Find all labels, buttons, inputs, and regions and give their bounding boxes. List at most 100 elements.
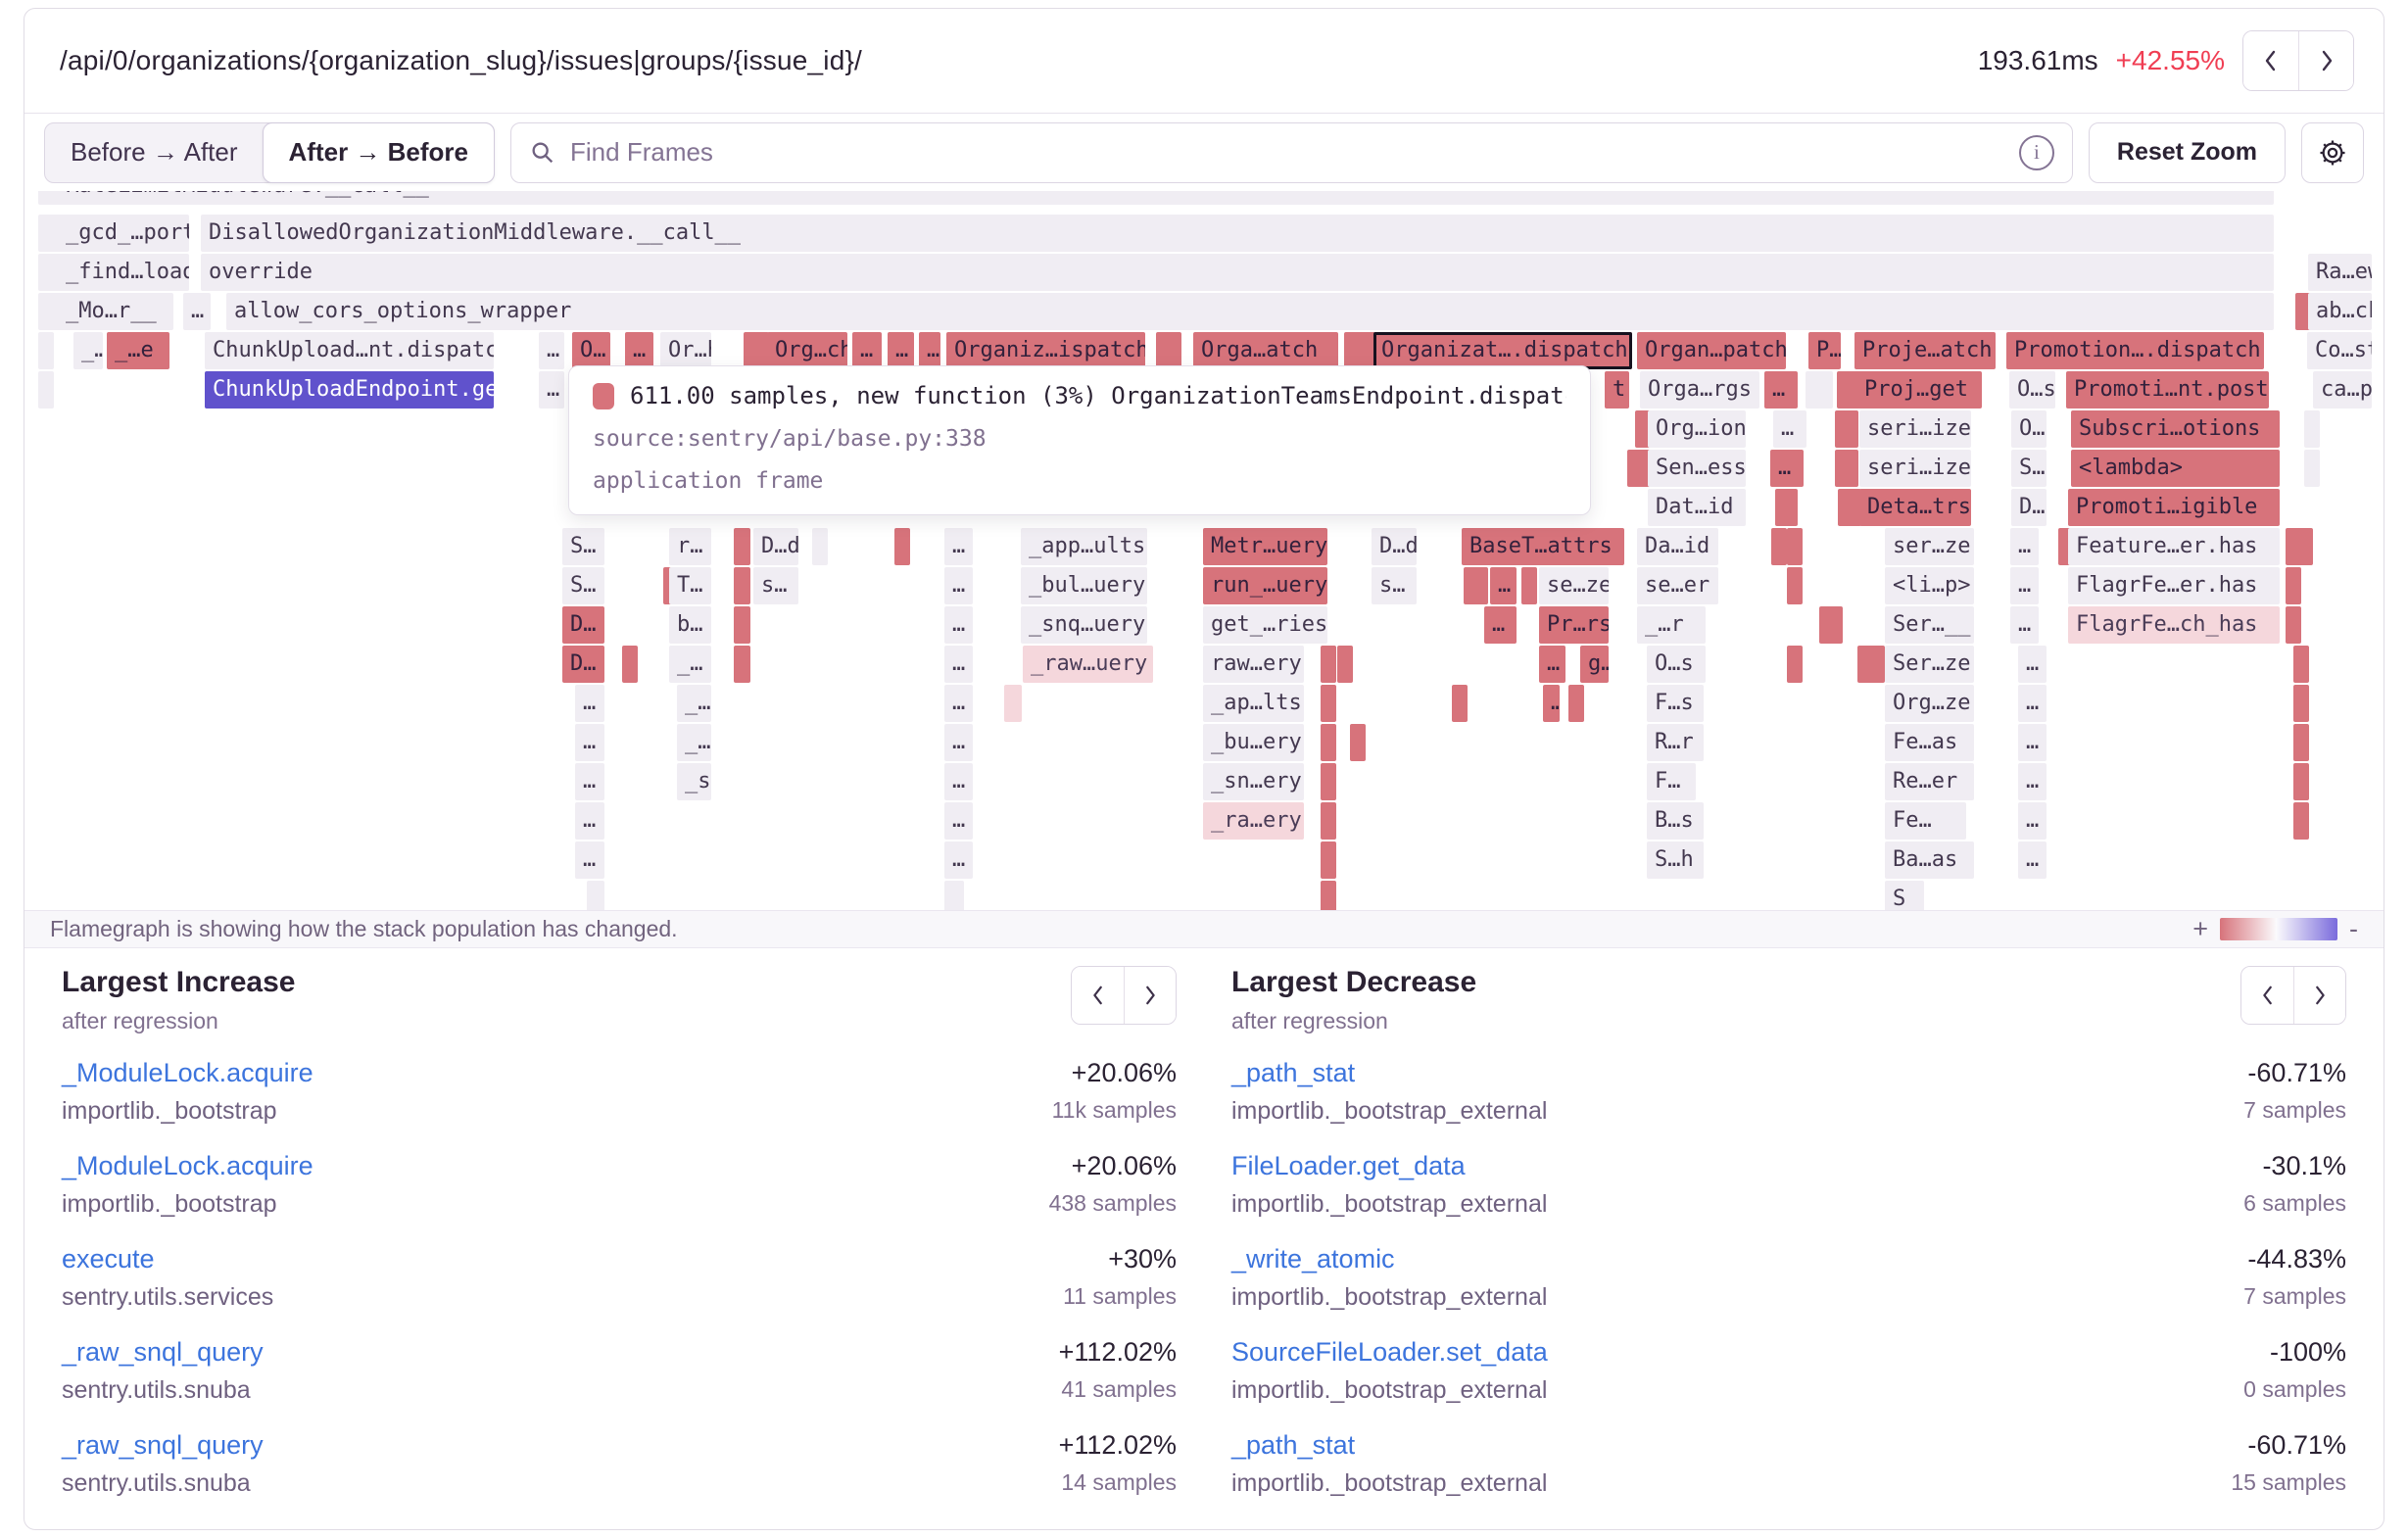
- flamegraph-frame[interactable]: run_…uery: [1203, 567, 1327, 604]
- flamegraph-frame[interactable]: …: [1484, 606, 1517, 644]
- flamegraph-frame[interactable]: Org…ch: [767, 332, 847, 369]
- flamegraph-frame[interactable]: Co…st: [2307, 332, 2372, 369]
- flamegraph-frame[interactable]: [1321, 841, 1336, 879]
- flamegraph-frame[interactable]: …: [1770, 450, 1804, 487]
- flamegraph-frame[interactable]: _…: [677, 724, 711, 761]
- flamegraph-frame[interactable]: P…: [1808, 332, 1841, 369]
- flamegraph-frame[interactable]: ser…ze: [1885, 528, 1974, 565]
- flamegraph-frame[interactable]: D…: [562, 646, 604, 683]
- flamegraph-frame[interactable]: S…: [562, 528, 604, 565]
- flamegraph-frame[interactable]: [1775, 489, 1798, 526]
- flamegraph-frame[interactable]: …: [944, 763, 973, 800]
- flamegraph-frame[interactable]: …: [852, 332, 882, 369]
- flamegraph-frame[interactable]: _snq…uery: [1021, 606, 1147, 644]
- flamegraph-frame[interactable]: …: [944, 646, 973, 683]
- flamegraph-frame[interactable]: …: [2010, 606, 2039, 644]
- info-icon[interactable]: i: [2019, 135, 2054, 170]
- flamegraph-frame[interactable]: Deta…trs: [1859, 489, 1971, 526]
- flamegraph-frame[interactable]: [2293, 802, 2309, 840]
- flamegraph-frame[interactable]: B…s: [1647, 802, 1704, 840]
- flamegraph-frame[interactable]: [2293, 763, 2309, 800]
- flamegraph-frame[interactable]: D…: [2011, 489, 2047, 526]
- flamegraph-frame[interactable]: D…d: [753, 528, 798, 565]
- flamegraph-frame[interactable]: Or…h: [660, 332, 711, 369]
- flamegraph-frame[interactable]: [38, 332, 54, 369]
- flamegraph-frame[interactable]: Proje…atch: [1854, 332, 1996, 369]
- flamegraph-frame[interactable]: Re…er: [1885, 763, 1974, 800]
- flamegraph-frame[interactable]: [1321, 802, 1336, 840]
- flamegraph-frame[interactable]: Promoti…igible: [2068, 489, 2280, 526]
- flamegraph-frame[interactable]: [2286, 567, 2301, 604]
- flamegraph-frame[interactable]: …: [888, 332, 914, 369]
- flamegraph-frame[interactable]: [1350, 724, 1366, 761]
- flamegraph-frame[interactable]: RateLimitMiddleware.__call__: [58, 191, 2274, 205]
- prev-button[interactable]: [2243, 31, 2298, 90]
- increase-prev-button[interactable]: [1072, 967, 1124, 1024]
- flamegraph-frame[interactable]: override: [201, 254, 2274, 291]
- flamegraph-frame[interactable]: [894, 528, 910, 565]
- flamegraph-frame[interactable]: [1521, 567, 1537, 604]
- flamegraph-frame[interactable]: …: [575, 685, 604, 722]
- flamegraph-frame[interactable]: Ba…as: [1885, 841, 1974, 879]
- before-after-button[interactable]: Before → After: [45, 123, 264, 182]
- flamegraph-frame[interactable]: …: [183, 293, 211, 330]
- flamegraph-frame[interactable]: [2304, 450, 2320, 487]
- flamegraph-frame[interactable]: [1843, 450, 1858, 487]
- flamegraph-frame[interactable]: Sen…ess: [1648, 450, 1746, 487]
- flamegraph-frame[interactable]: [622, 646, 638, 683]
- flamegraph-frame[interactable]: _…e: [107, 332, 169, 369]
- flamegraph-frame[interactable]: Da…id: [1637, 528, 1718, 565]
- flamegraph-frame[interactable]: _Mo…r__: [58, 293, 173, 330]
- settings-button[interactable]: [2301, 122, 2364, 183]
- flamegraph-frame[interactable]: ca…pt: [2313, 371, 2372, 409]
- flamegraph-frame[interactable]: …: [1764, 371, 1798, 409]
- flamegraph-frame[interactable]: [812, 528, 828, 565]
- flamegraph-frame[interactable]: [1787, 567, 1803, 604]
- flamegraph-frame[interactable]: Pr…rs: [1539, 606, 1609, 644]
- flamegraph-frame[interactable]: …: [944, 802, 973, 840]
- function-link[interactable]: _ModuleLock.acquire: [62, 1058, 313, 1087]
- flamegraph-frame[interactable]: …: [539, 332, 564, 369]
- flamegraph-frame[interactable]: …: [575, 802, 604, 840]
- flamegraph-frame[interactable]: Orga…atch: [1193, 332, 1338, 369]
- flamegraph-frame[interactable]: …: [575, 841, 604, 879]
- flamegraph-frame[interactable]: Metr…uery: [1203, 528, 1327, 565]
- decrease-next-button[interactable]: [2293, 967, 2345, 1024]
- reset-zoom-button[interactable]: Reset Zoom: [2089, 122, 2286, 183]
- function-link[interactable]: _path_stat: [1231, 1430, 1355, 1460]
- flamegraph-frame[interactable]: Ser…ze: [1885, 646, 1974, 683]
- flamegraph-frame[interactable]: Ra…ew: [2308, 254, 2372, 291]
- flamegraph-frame[interactable]: allow_cors_options_wrapper: [226, 293, 2274, 330]
- function-link[interactable]: SourceFileLoader.set_data: [1231, 1337, 1548, 1367]
- flamegraph-frame[interactable]: Subscri…otions: [2071, 410, 2280, 448]
- flamegraph-frame[interactable]: <li…p>: [1885, 567, 1974, 604]
- flamegraph-frame[interactable]: [734, 567, 750, 604]
- function-link[interactable]: execute: [62, 1244, 155, 1274]
- flamegraph-frame[interactable]: …: [944, 606, 973, 644]
- flamegraph-frame[interactable]: Org…ze: [1885, 685, 1974, 722]
- flamegraph-frame[interactable]: Promoti…nt.post: [2066, 371, 2269, 409]
- flamegraph-frame[interactable]: Organ…patch: [1637, 332, 1786, 369]
- flamegraph-frame[interactable]: ChunkUploadEndpoint.get: [205, 371, 494, 409]
- flamegraph-frame[interactable]: _gcd_…port: [58, 215, 189, 252]
- flamegraph-frame[interactable]: T…: [669, 567, 711, 604]
- flamegraph-frame[interactable]: [2293, 685, 2309, 722]
- flamegraph-frame[interactable]: …: [625, 332, 653, 369]
- flamegraph-frame[interactable]: BaseT…attrs: [1462, 528, 1624, 565]
- flamegraph-frame[interactable]: …: [1539, 646, 1565, 683]
- flamegraph-frame[interactable]: S…: [2011, 450, 2047, 487]
- flamegraph-frame[interactable]: _bu…ery: [1203, 724, 1304, 761]
- flamegraph-frame[interactable]: _bul…uery: [1021, 567, 1147, 604]
- flamegraph-frame[interactable]: _…: [73, 332, 103, 369]
- flamegraph-frame[interactable]: se…ze: [1539, 567, 1609, 604]
- next-button[interactable]: [2298, 31, 2353, 90]
- flamegraph-frame[interactable]: Fe…as: [1885, 724, 1974, 761]
- flamegraph-frame[interactable]: _raw…uery: [1023, 646, 1153, 683]
- flamegraph-frame[interactable]: …: [2018, 841, 2047, 879]
- flamegraph-frame[interactable]: …: [944, 841, 973, 879]
- flamegraph-frame[interactable]: [944, 881, 964, 910]
- increase-next-button[interactable]: [1124, 967, 1176, 1024]
- flamegraph-frame[interactable]: [1321, 685, 1336, 722]
- find-frames-search[interactable]: i: [510, 122, 2073, 183]
- flamegraph-frame[interactable]: O…: [2011, 410, 2047, 448]
